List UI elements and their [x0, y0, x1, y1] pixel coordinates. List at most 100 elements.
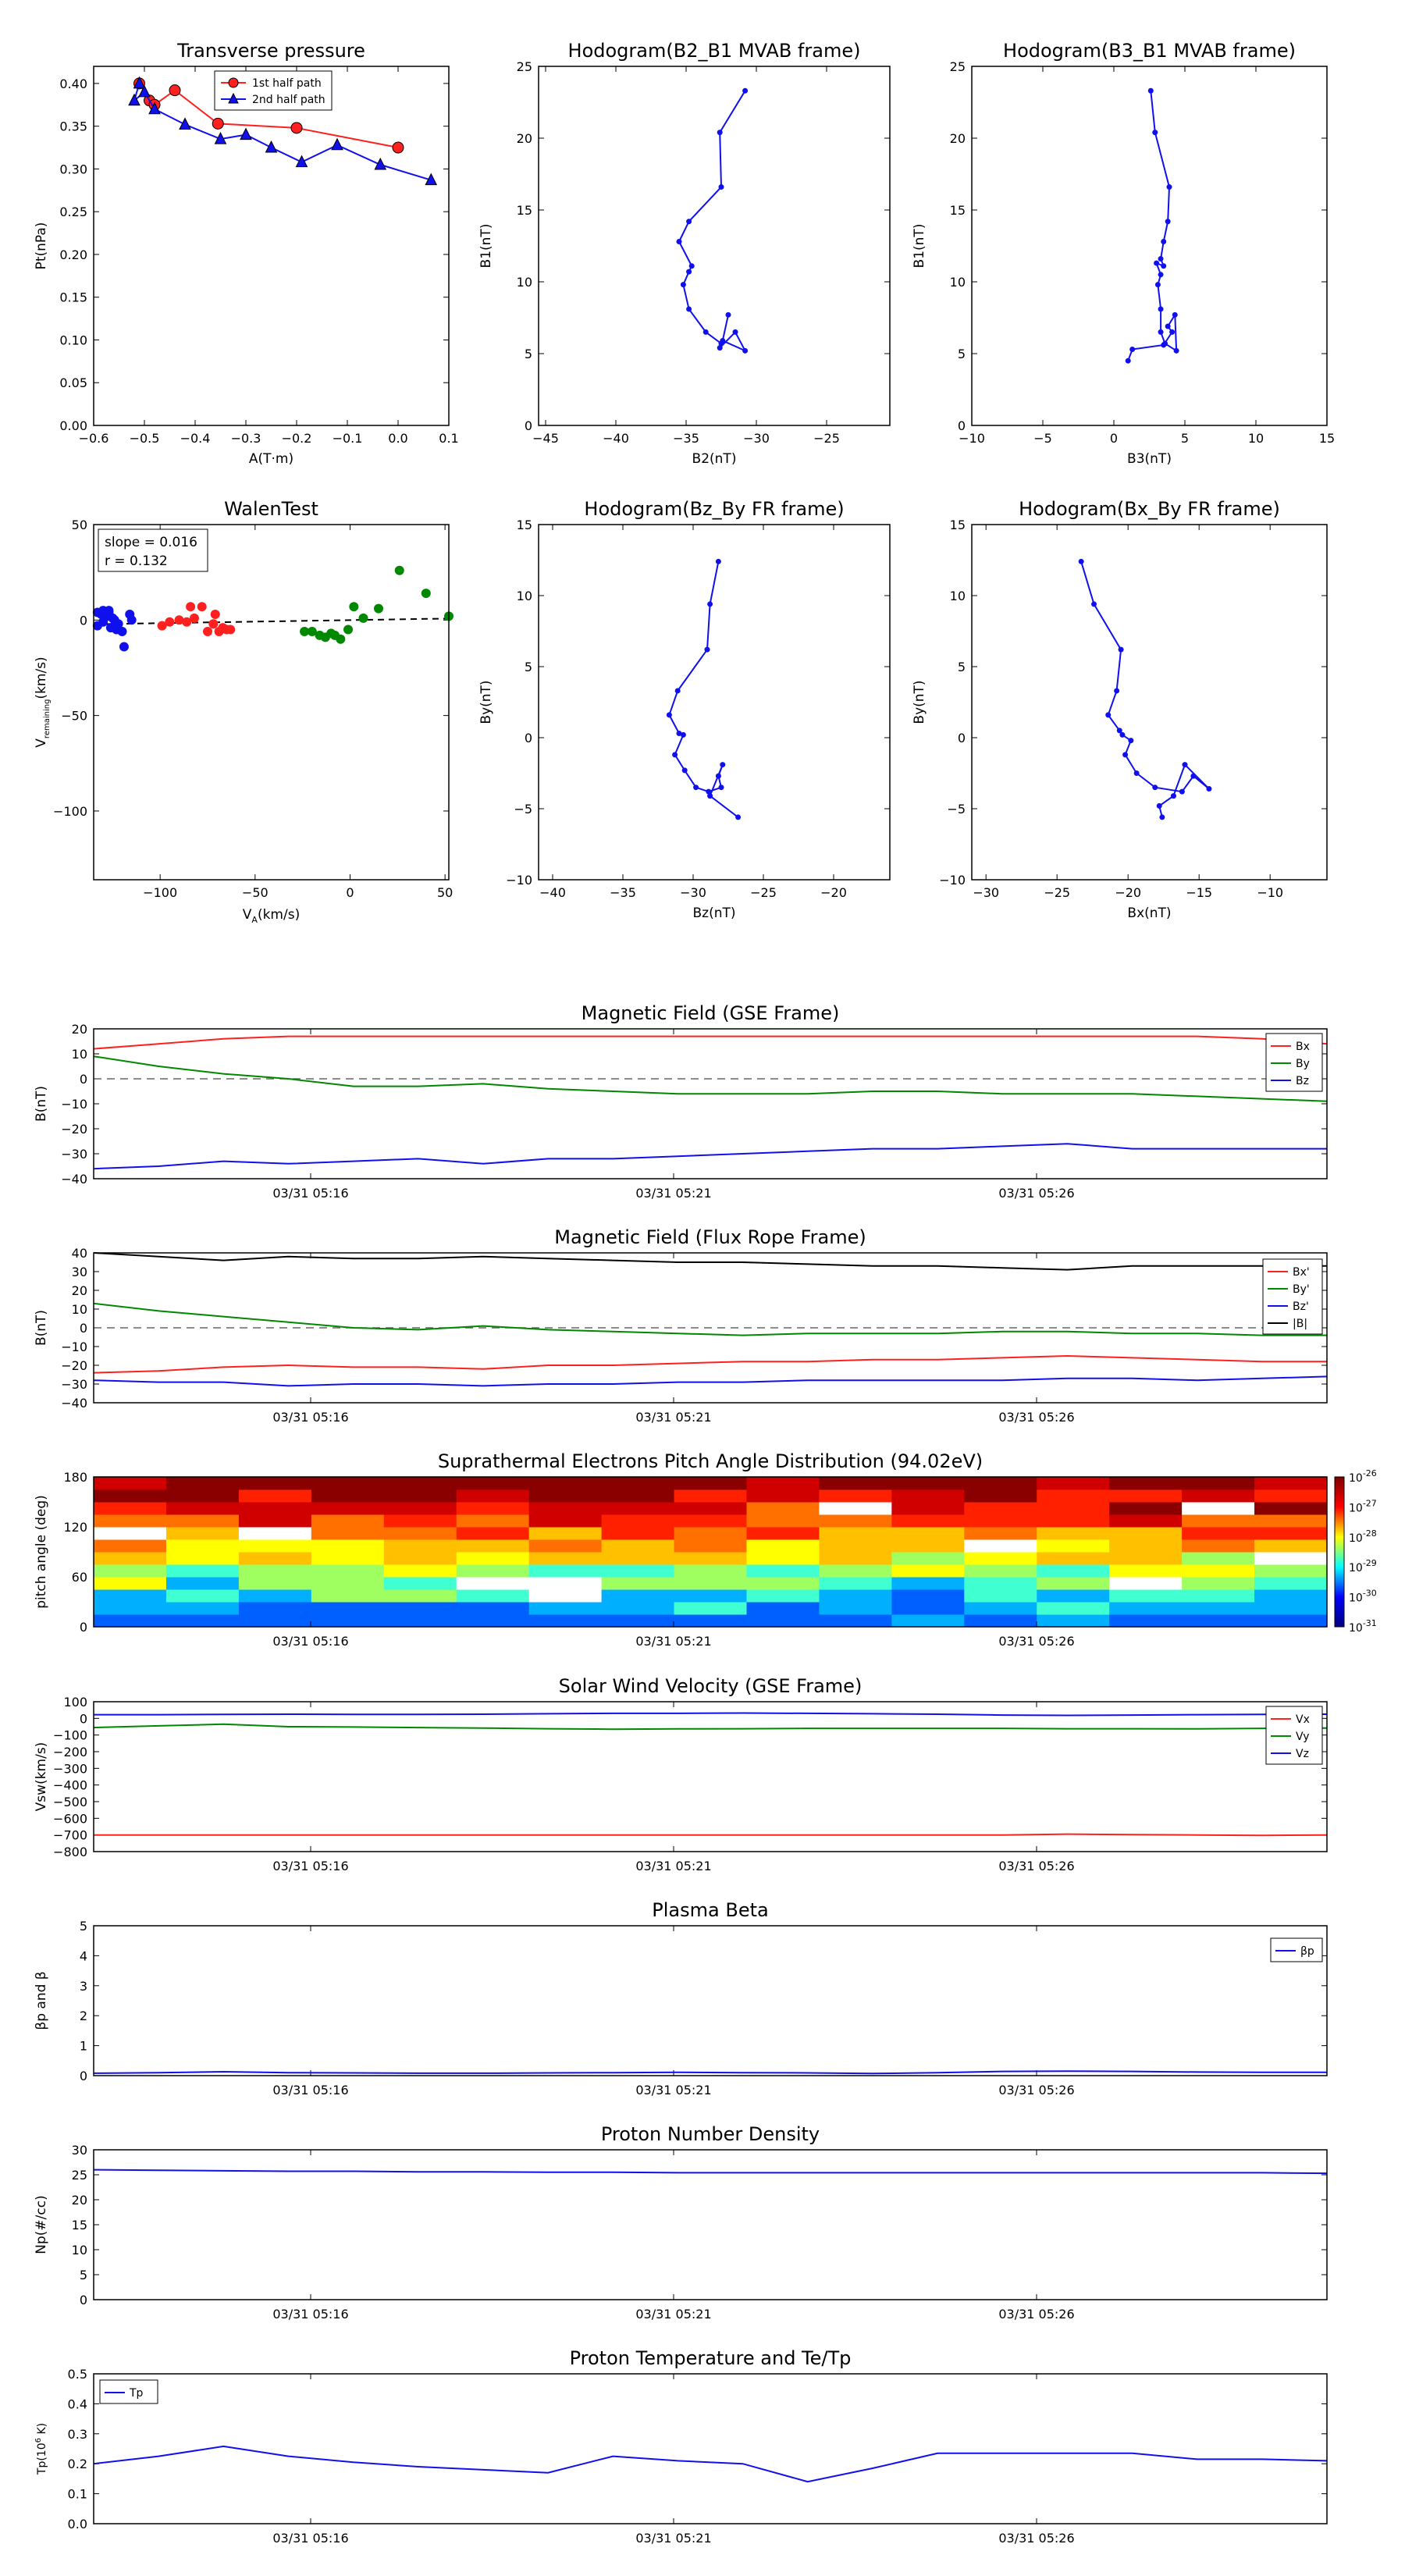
heatmap-cell: [746, 1589, 820, 1603]
heatmap-cell: [238, 1502, 312, 1515]
x-axis-label: A(T·m): [249, 451, 293, 467]
x-tick-label: 03/31 05:26: [998, 2307, 1074, 2322]
heatmap-cell: [891, 1564, 965, 1578]
y-tick-label: 10: [72, 1047, 87, 1062]
heatmap-cell: [1037, 1577, 1110, 1590]
x-tick-label: −25: [750, 885, 777, 900]
data-point: [186, 602, 196, 612]
data-point: [702, 329, 709, 335]
heatmap-cell: [964, 1527, 1037, 1540]
y-tick-label: 10: [950, 589, 966, 603]
data-point: [1190, 773, 1197, 779]
heatmap-cell: [1182, 1552, 1255, 1565]
data-point: [686, 306, 692, 312]
data-point: [1206, 786, 1212, 792]
heatmap-cell: [456, 1552, 530, 1565]
heatmap-cell: [383, 1589, 457, 1603]
heatmap-cell: [819, 1614, 892, 1628]
heatmap-cell: [1109, 1502, 1183, 1515]
heatmap-cell: [456, 1489, 530, 1503]
heatmap-cell: [674, 1477, 747, 1490]
heatmap-cell: [601, 1502, 675, 1515]
y-tick-label: 10: [72, 1302, 87, 1317]
x-tick-label: −20: [1115, 885, 1141, 900]
y-tick-label: 10: [517, 589, 532, 603]
x-tick-label: −10: [959, 431, 985, 446]
data-point: [1154, 260, 1160, 266]
heatmap-cell: [964, 1602, 1037, 1615]
data-point: [725, 311, 731, 318]
heatmap-cell: [165, 1602, 240, 1615]
data-point: [680, 731, 686, 738]
heatmap-cell: [674, 1527, 747, 1540]
data-point: [1170, 793, 1176, 799]
x-tick-label: 0.0: [388, 431, 407, 446]
heatmap-cell: [1182, 1539, 1255, 1553]
data-point: [1154, 282, 1161, 288]
series-line: [93, 1252, 1327, 1271]
y-tick-label: −5: [514, 802, 532, 817]
heatmap-cell: [1109, 1514, 1183, 1528]
y-tick-label: 15: [72, 2218, 87, 2233]
y-tick-label: 180: [63, 1470, 87, 1485]
heatmap-cell: [528, 1527, 603, 1540]
x-axis-label: B3(nT): [1127, 451, 1172, 467]
heatmap-cell: [1182, 1477, 1255, 1490]
heatmap-cell: [165, 1514, 240, 1528]
data-point: [1129, 346, 1136, 352]
y-tick-label: 5: [525, 660, 532, 674]
data-point: [742, 347, 749, 354]
data-point: [1182, 762, 1188, 768]
heatmap-cell: [94, 1489, 167, 1503]
heatmap-cell: [1037, 1477, 1110, 1490]
y-tick-label: 10: [517, 275, 532, 290]
chart-title: Hodogram(Bz_By FR frame): [584, 498, 844, 520]
mag_fr-panel: Magnetic Field (Flux Rope Frame) 40 30 20 10…: [34, 1226, 1328, 1425]
heatmap-cell: [383, 1564, 457, 1578]
y-tick-label: −30: [61, 1377, 87, 1392]
y-tick-label: 0.2: [68, 2457, 87, 2471]
heatmap-cell: [383, 1502, 457, 1515]
x-tick-label: 03/31 05:16: [272, 2083, 348, 2097]
heatmap-cell: [383, 1514, 457, 1528]
chart-title: Magnetic Field (GSE Frame): [582, 1002, 840, 1024]
heatmap-cell: [1109, 1552, 1183, 1565]
heatmap-cell: [238, 1514, 312, 1528]
data-point: [666, 712, 672, 718]
data-point: [240, 127, 252, 141]
legend-label: 1st half path: [252, 77, 322, 90]
y-tick-label: 25: [950, 59, 966, 74]
data-point: [1158, 256, 1164, 262]
data-point: [290, 122, 303, 134]
heatmap-cell: [383, 1552, 457, 1565]
x-tick-label: 50: [437, 885, 453, 900]
mag_gse-panel: Magnetic Field (GSE Frame) 20 10 0 −10 −20 −30…: [34, 1002, 1328, 1201]
slope-text: slope = 0.016: [105, 535, 197, 550]
heatmap-cell: [1037, 1489, 1110, 1503]
chart-title: Proton Temperature and Te/Tp: [570, 2347, 852, 2369]
heatmap-cell: [165, 1527, 240, 1540]
heatmap-cell: [891, 1539, 965, 1553]
x-tick-label: −15: [1186, 885, 1212, 900]
heatmap-cell: [746, 1502, 820, 1515]
heatmap-cell: [311, 1577, 385, 1590]
heatmap-cell: [746, 1602, 820, 1615]
walen-panel: WalenTest 50 0 −50 −100 −100 −50 0 50 slope = 0.0…: [34, 498, 454, 925]
data-point: [104, 606, 114, 616]
series-line: [93, 1143, 1327, 1170]
heatmap-cell: [674, 1589, 747, 1603]
data-point: [265, 140, 278, 153]
data-point: [336, 634, 346, 644]
pad-panel: Suprathermal Electrons Pitch Angle Distr…: [34, 1450, 1345, 1649]
y-tick-label: 0: [80, 2069, 87, 2083]
chart-title: Hodogram(B2_B1 MVAB frame): [568, 40, 861, 62]
data-point: [720, 337, 726, 343]
h3-panel: Hodogram(Bz_By FR frame) −10 −5 0 5 10 15 −40 −3…: [478, 498, 891, 921]
x-tick-label: 03/31 05:21: [635, 2307, 711, 2322]
data-point: [117, 626, 127, 636]
data-point: [197, 602, 207, 612]
x-tick-label: −0.4: [180, 431, 211, 446]
x-tick-label: 03/31 05:16: [272, 1634, 348, 1649]
data-point: [1172, 311, 1178, 318]
y-tick-label: 0.20: [59, 247, 87, 262]
